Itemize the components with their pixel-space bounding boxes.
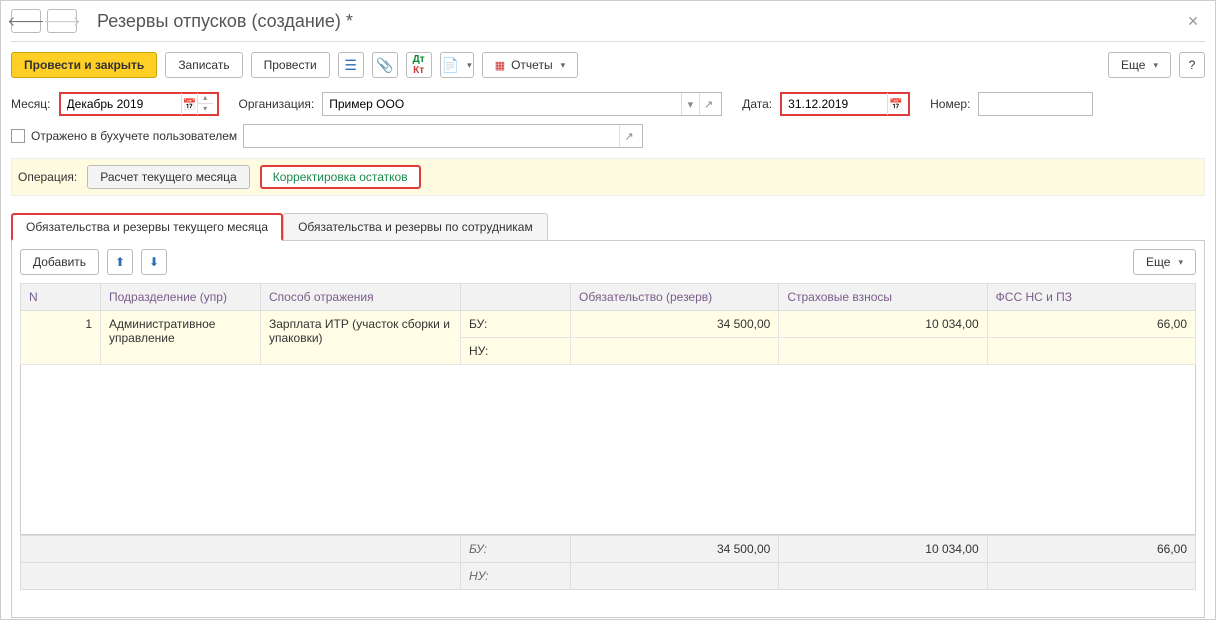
tab-current-month[interactable]: Обязательства и резервы текущего месяца (11, 213, 283, 241)
footer-fss-nu (987, 563, 1195, 590)
table-row[interactable]: 1 Административное управление Зарплата И… (21, 311, 1196, 338)
col-method[interactable]: Способ отражения (261, 284, 461, 311)
table-footer: БУ: 34 500,00 10 034,00 66,00 НУ: (20, 535, 1196, 590)
col-obligation[interactable]: Обязательство (резерв) (571, 284, 779, 311)
forward-button[interactable]: 🡒 (47, 9, 77, 33)
calendar-icon[interactable]: 📅 (181, 93, 197, 115)
col-type[interactable] (461, 284, 571, 311)
create-based-button[interactable]: 📄▾ (440, 52, 474, 78)
month-field[interactable]: 📅 ▴▾ (59, 92, 219, 116)
col-insurance[interactable]: Страховые взносы (779, 284, 987, 311)
tab-by-employee[interactable]: Обязательства и резервы по сотрудникам (283, 213, 548, 241)
posted-by-user-checkbox[interactable] (11, 129, 25, 143)
list-icon: ☰ (344, 57, 357, 74)
table-header: N Подразделение (упр) Способ отражения О… (21, 284, 1196, 311)
back-button[interactable]: 🡐 (11, 9, 41, 33)
org-input[interactable] (327, 96, 681, 112)
document-list-button[interactable]: ☰ (338, 52, 364, 78)
reports-button[interactable]: Отчеты▾ (482, 52, 578, 78)
cell-obl-nu[interactable] (571, 338, 779, 365)
cell-n[interactable]: 1 (21, 311, 101, 365)
post-and-close-button[interactable]: Провести и закрыть (11, 52, 157, 78)
post-button[interactable]: Провести (251, 52, 330, 78)
month-spinner[interactable]: ▴▾ (197, 93, 213, 115)
col-fss[interactable]: ФСС НС и ПЗ (987, 284, 1195, 311)
posted-by-user-input[interactable] (248, 128, 619, 144)
posted-by-user-field[interactable]: ↗ (243, 124, 643, 148)
cell-fss-nu[interactable] (987, 338, 1195, 365)
arrow-up-icon: ⬆ (115, 255, 125, 269)
calendar-icon[interactable]: 📅 (887, 93, 904, 115)
chevron-down-icon[interactable]: ▾ (681, 93, 699, 115)
dtkt-button[interactable]: ДтКт (406, 52, 432, 78)
operation-correct-button[interactable]: Корректировка остатков (260, 165, 421, 189)
cell-fss-bu[interactable]: 66,00 (987, 311, 1195, 338)
col-dept[interactable]: Подразделение (упр) (101, 284, 261, 311)
move-up-button[interactable]: ⬆ (107, 249, 133, 275)
cell-obl-bu[interactable]: 34 500,00 (571, 311, 779, 338)
arrow-down-icon: ⬇ (149, 255, 159, 269)
number-input[interactable] (983, 96, 1088, 112)
cell-ins-bu[interactable]: 10 034,00 (779, 311, 987, 338)
more-button[interactable]: Еще▾ (1108, 52, 1171, 78)
org-field[interactable]: ▾ ↗ (322, 92, 722, 116)
footer-ins-bu: 10 034,00 (779, 536, 987, 563)
footer-fss-bu: 66,00 (987, 536, 1195, 563)
month-label: Месяц: (11, 97, 51, 111)
save-button[interactable]: Записать (165, 52, 242, 78)
cell-nu-label[interactable]: НУ: (461, 338, 571, 365)
window-title: Резервы отпусков (создание) * (97, 11, 1175, 32)
close-icon[interactable]: ✕ (1181, 13, 1205, 30)
open-external-icon[interactable]: ↗ (619, 125, 638, 147)
number-label: Номер: (930, 97, 970, 111)
reserves-table: N Подразделение (упр) Способ отражения О… (20, 283, 1196, 365)
list-more-button[interactable]: Еще▾ (1133, 249, 1196, 275)
add-row-button[interactable]: Добавить (20, 249, 99, 275)
attach-button[interactable]: 📎 (372, 52, 398, 78)
report-icon (495, 58, 505, 72)
move-down-button[interactable]: ⬇ (141, 249, 167, 275)
number-field[interactable] (978, 92, 1093, 116)
footer-obl-nu (571, 563, 779, 590)
footer-nu-label: НУ: (461, 563, 571, 590)
col-n[interactable]: N (21, 284, 101, 311)
date-label: Дата: (742, 97, 772, 111)
cell-dept[interactable]: Административное управление (101, 311, 261, 365)
footer-bu-label: БУ: (461, 536, 571, 563)
open-external-icon[interactable]: ↗ (699, 93, 717, 115)
cell-bu-label[interactable]: БУ: (461, 311, 571, 338)
table-empty-area (20, 365, 1196, 535)
paperclip-icon: 📎 (376, 57, 393, 74)
cell-method[interactable]: Зарплата ИТР (участок сборки и упаковки) (261, 311, 461, 365)
footer-obl-bu: 34 500,00 (571, 536, 779, 563)
month-input[interactable] (65, 96, 181, 112)
operation-label: Операция: (18, 170, 77, 184)
footer-ins-nu (779, 563, 987, 590)
help-button[interactable]: ? (1179, 52, 1205, 78)
based-on-icon: 📄 (442, 57, 459, 74)
posted-by-user-label: Отражено в бухучете пользователем (31, 129, 237, 143)
cell-ins-nu[interactable] (779, 338, 987, 365)
org-label: Организация: (239, 97, 315, 111)
date-field[interactable]: 📅 (780, 92, 910, 116)
date-input[interactable] (786, 96, 887, 112)
operation-calc-button[interactable]: Расчет текущего месяца (87, 165, 249, 189)
